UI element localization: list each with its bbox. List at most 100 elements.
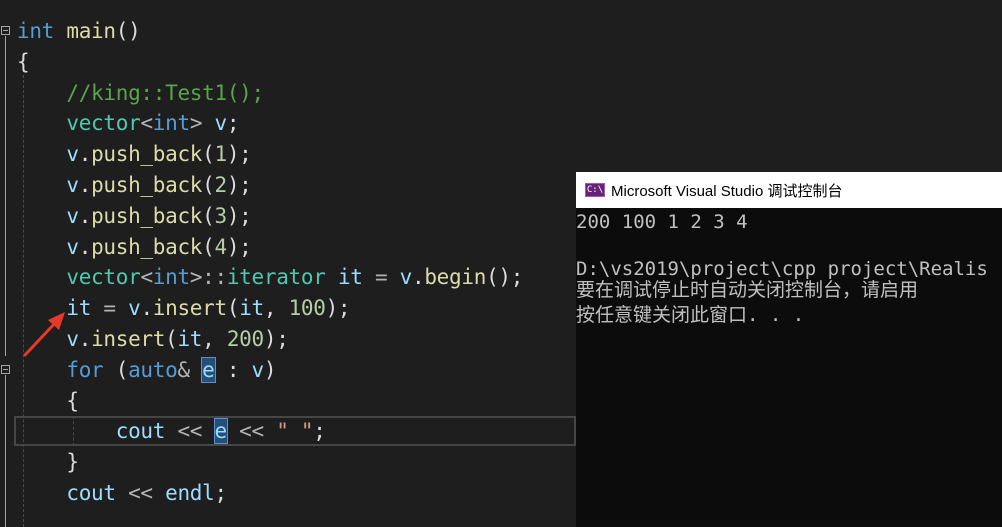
- code-token: push_back: [91, 203, 203, 228]
- code-line[interactable]: v.push_back(2);: [17, 170, 252, 200]
- code-token: );: [226, 173, 252, 197]
- debug-console-window[interactable]: C:\ Microsoft Visual Studio 调试控制台 200 10…: [576, 172, 1002, 527]
- console-titlebar[interactable]: C:\ Microsoft Visual Studio 调试控制台: [576, 172, 1002, 208]
- code-token: ): [263, 357, 277, 382]
- code-token: insert: [91, 327, 166, 351]
- code-token: 100: [288, 296, 326, 321]
- code-token: 2: [214, 173, 228, 197]
- code-line[interactable]: vector<int> v;: [17, 108, 239, 138]
- code-token: {: [66, 388, 79, 413]
- code-line[interactable]: vector<int>::iterator it = v.begin();: [17, 262, 523, 292]
- code-token: :: [214, 357, 252, 382]
- code-token: main: [66, 19, 116, 43]
- console-output-line: 按任意键关闭此窗口. . .: [576, 304, 805, 326]
- code-token: &: [177, 357, 203, 382]
- code-token: v: [128, 296, 141, 321]
- code-token: (: [165, 327, 178, 351]
- fold-collapse-icon[interactable]: [1, 365, 10, 374]
- code-line[interactable]: v.push_back(3);: [17, 201, 252, 231]
- code-token: .: [412, 265, 425, 290]
- code-token: v: [66, 142, 79, 167]
- code-token: v: [66, 234, 79, 259]
- code-token: cout: [66, 481, 116, 505]
- editor-gutter: [0, 0, 14, 527]
- code-token: <: [140, 265, 153, 290]
- code-token: .: [78, 142, 92, 167]
- code-line[interactable]: //king::Test1();: [17, 78, 264, 108]
- code-token: it: [177, 327, 203, 351]
- code-token: it: [337, 265, 363, 290]
- code-token: );: [263, 327, 289, 351]
- code-line[interactable]: v.push_back(4);: [17, 232, 252, 262]
- code-line[interactable]: cout << e << " ";: [17, 416, 326, 446]
- code-token: it: [239, 296, 264, 321]
- code-token: );: [325, 296, 351, 321]
- code-token: >: [189, 111, 203, 136]
- code-token: ;: [214, 481, 228, 505]
- code-token: v: [66, 203, 79, 228]
- code-token: ();: [486, 265, 524, 290]
- code-token: );: [226, 234, 252, 259]
- code-token: ,: [202, 327, 227, 351]
- code-token: ,: [263, 296, 289, 321]
- code-token: <<: [226, 419, 277, 444]
- code-token: (: [202, 234, 215, 259]
- fold-line: [5, 36, 6, 356]
- code-token: );: [226, 203, 252, 228]
- code-token: =: [91, 296, 129, 321]
- annotation-arrow-icon: [23, 312, 65, 357]
- code-token: int: [152, 265, 190, 290]
- code-token: v: [399, 265, 413, 290]
- code-line[interactable]: {: [17, 386, 79, 416]
- code-token: .: [78, 327, 92, 351]
- code-line[interactable]: v.push_back(1);: [17, 139, 252, 169]
- code-token: vector: [66, 265, 141, 290]
- console-output-line: 200 100 1 2 3 4: [576, 211, 748, 233]
- code-token: <<: [165, 419, 215, 444]
- code-token: >::: [189, 265, 227, 290]
- console-app-icon: C:\: [585, 183, 605, 197]
- code-token: (: [202, 142, 215, 167]
- code-token: auto: [128, 357, 178, 382]
- code-token: (): [115, 19, 141, 43]
- code-token: ;: [313, 419, 326, 444]
- code-token: }: [66, 450, 79, 475]
- code-token: 1: [214, 142, 228, 167]
- highlighted-token: e: [213, 418, 228, 445]
- code-line[interactable]: {: [17, 47, 30, 77]
- code-line[interactable]: int main(): [17, 16, 141, 46]
- code-token: 200: [226, 327, 264, 351]
- code-token: for: [66, 357, 104, 382]
- console-title: Microsoft Visual Studio 调试控制台: [611, 182, 843, 200]
- code-token: .: [140, 296, 153, 321]
- code-token: 4: [214, 234, 228, 259]
- fold-collapse-icon[interactable]: [1, 26, 10, 35]
- code-token: .: [78, 203, 92, 228]
- code-token: it: [66, 296, 92, 321]
- code-token: push_back: [91, 142, 203, 167]
- code-token: v: [66, 173, 79, 197]
- code-token: endl: [165, 481, 215, 505]
- code-token: );: [226, 142, 252, 167]
- code-line[interactable]: }: [17, 447, 79, 477]
- code-token: int: [17, 19, 55, 43]
- code-token: 3: [214, 203, 228, 228]
- highlighted-token: e: [201, 356, 216, 383]
- fold-line: [5, 375, 6, 527]
- code-token: {: [17, 49, 30, 74]
- code-token: cout: [115, 419, 166, 444]
- code-line[interactable]: cout << endl;: [17, 478, 227, 508]
